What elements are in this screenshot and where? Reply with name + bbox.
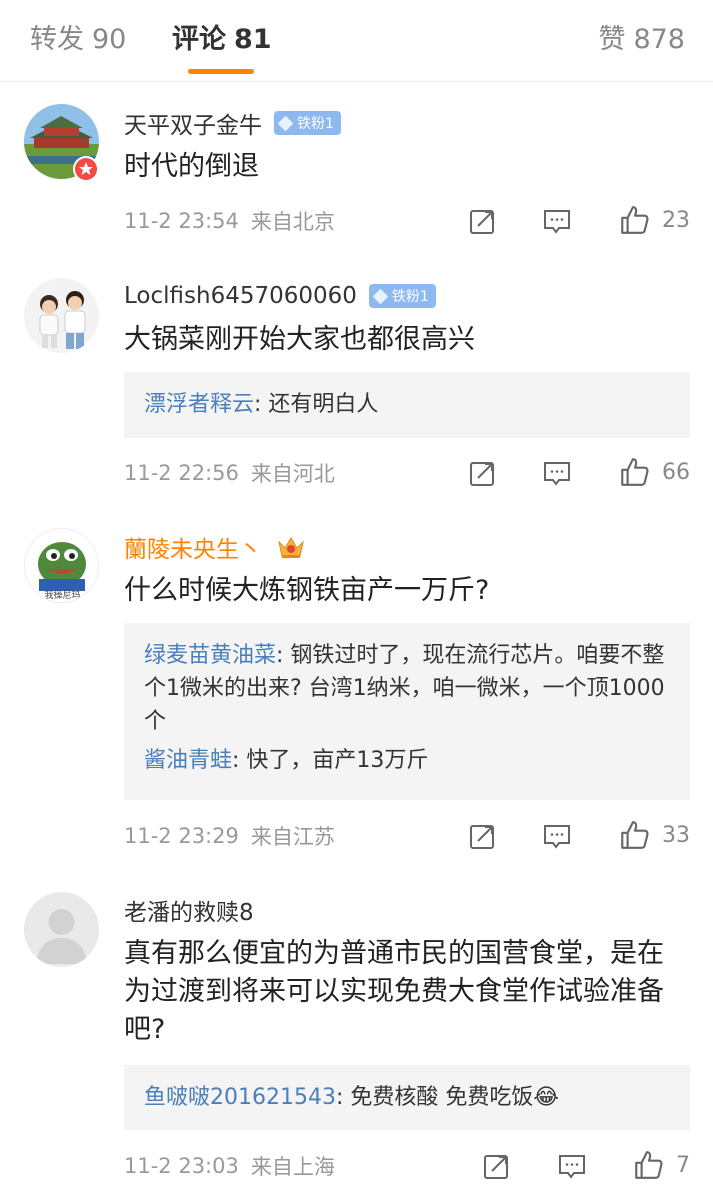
comment-meta: 11-2 23:54 来自北京 23 [124, 204, 693, 238]
share-button[interactable] [482, 1151, 512, 1186]
like-count: 33 [662, 822, 690, 848]
reply-line: 漂浮者释云: 还有明白人 [144, 388, 670, 421]
reply-button[interactable] [542, 458, 572, 493]
avatar[interactable] [24, 278, 99, 353]
username[interactable]: 天平双子金牛 [124, 106, 262, 140]
comment-meta: 11-2 22:56 来自河北 66 [124, 456, 693, 490]
comment-icon [544, 462, 570, 486]
comment-header: 蘭陵未央生丶 [124, 530, 306, 564]
share-button[interactable] [468, 206, 498, 241]
comment-header: 老潘的救赎8 [124, 893, 254, 927]
share-icon [470, 825, 494, 849]
tab-likes-label: 赞 [598, 24, 626, 55]
like-count: 7 [676, 1152, 690, 1178]
tab-bar: 转发 90 评论 81 赞 878 [0, 0, 713, 82]
reply-line: 绿麦苗黄油菜: 钢铁过时了，现在流行芯片。咱要不整个1微米的出来? 台湾1纳米，… [144, 639, 670, 738]
fan-badge-label: 铁粉1 [391, 289, 429, 305]
tab-reposts-label: 转发 [30, 24, 84, 55]
comment-time: 11-2 23:54 [124, 209, 239, 233]
comment-time: 11-2 23:03 [124, 1154, 239, 1178]
reply-line: 酱油青蛙: 快了，亩产13万斤 [144, 744, 670, 777]
username[interactable]: 蘭陵未央生丶 [124, 530, 262, 564]
reply-username[interactable]: 酱油青蛙 [144, 748, 232, 773]
thumbs-up-icon [621, 206, 649, 234]
reply-text: : 免费核酸 免费吃饭😂 [335, 1085, 560, 1110]
share-button[interactable] [468, 821, 498, 856]
reply-username[interactable]: 鱼啵啵201621543 [144, 1085, 336, 1110]
like-count: 66 [662, 459, 690, 485]
reply-text: : 快了，亩产13万斤 [232, 748, 429, 773]
like-count: 23 [662, 207, 690, 233]
reply-button[interactable] [542, 206, 572, 241]
comment-icon [559, 1155, 585, 1179]
diamond-icon [277, 115, 294, 131]
avatar[interactable] [24, 892, 99, 967]
reply-line: 鱼啵啵201621543: 免费核酸 免费吃饭😂 [144, 1081, 670, 1114]
reply-username[interactable]: 漂浮者释云 [144, 392, 254, 417]
reply-preview[interactable]: 漂浮者释云: 还有明白人 [124, 372, 690, 438]
diamond-icon [372, 288, 389, 304]
reply-preview[interactable]: 鱼啵啵201621543: 免费核酸 免费吃饭😂 [124, 1065, 690, 1130]
reply-username[interactable]: 绿麦苗黄油菜 [144, 643, 276, 668]
fan-badge: 铁粉1 [368, 284, 436, 308]
comment-header: 天平双子金牛 铁粉1 [124, 106, 341, 140]
share-icon [484, 1155, 508, 1179]
comment-header: Loclfish6457060060 铁粉1 [124, 279, 436, 313]
comment-icon [544, 825, 570, 849]
tab-reposts[interactable]: 转发 90 [30, 22, 126, 58]
comment-location: 来自江苏 [250, 825, 335, 849]
thumbs-up-icon [621, 458, 649, 486]
avatar-caption: 我操尼玛 [44, 591, 81, 601]
thumbs-up-icon [635, 1151, 663, 1179]
reply-text: : 还有明白人 [254, 392, 379, 417]
comment-location: 来自上海 [250, 1155, 335, 1179]
like-button[interactable]: 33 [618, 819, 690, 851]
comment-time: 11-2 23:29 [124, 824, 239, 848]
reply-preview[interactable]: 绿麦苗黄油菜: 钢铁过时了，现在流行芯片。咱要不整个1微米的出来? 台湾1纳米，… [124, 623, 690, 800]
comment-text: 真有那么便宜的为普通市民的国营食堂，是在为过渡到将来可以实现免费大食堂作试验准备… [124, 938, 664, 1045]
tab-comments-count: 81 [234, 24, 272, 55]
verified-badge-icon [73, 156, 99, 182]
thumbs-up-icon [621, 821, 649, 849]
comment-text: 大锅菜刚开始大家也都很高兴 [124, 324, 475, 355]
reply-button[interactable] [542, 821, 572, 856]
comment-icon [544, 210, 570, 234]
like-button[interactable]: 23 [618, 204, 690, 236]
tab-likes-count: 878 [633, 24, 685, 55]
tab-likes[interactable]: 赞 878 [598, 22, 685, 58]
comment-text: 时代的倒退 [124, 151, 259, 182]
comment-meta: 11-2 23:03 来自上海 7 [124, 1149, 693, 1183]
like-button[interactable]: 7 [632, 1149, 704, 1181]
username[interactable]: Loclfish6457060060 [124, 283, 357, 309]
share-icon [470, 462, 494, 486]
crown-badge-icon [278, 537, 304, 558]
comment-time: 11-2 22:56 [124, 461, 239, 485]
tab-reposts-count: 90 [92, 24, 127, 55]
comment-meta: 11-2 23:29 来自江苏 33 [124, 819, 693, 853]
active-tab-indicator [188, 69, 254, 74]
username[interactable]: 老潘的救赎8 [124, 893, 254, 927]
avatar[interactable]: 我操尼玛 [24, 528, 99, 603]
fan-badge-label: 铁粉1 [297, 116, 334, 132]
comment-location: 来自河北 [250, 462, 335, 486]
share-icon [470, 210, 494, 234]
fan-badge: 铁粉1 [274, 111, 341, 135]
share-button[interactable] [468, 458, 498, 493]
like-button[interactable]: 66 [618, 456, 690, 488]
reply-button[interactable] [557, 1151, 587, 1186]
tab-comments[interactable]: 评论 81 [172, 22, 272, 58]
comment-location: 来自北京 [250, 210, 335, 234]
comment-text: 什么时候大炼钢铁亩产一万斤? [124, 575, 490, 606]
tab-comments-label: 评论 [172, 24, 226, 55]
